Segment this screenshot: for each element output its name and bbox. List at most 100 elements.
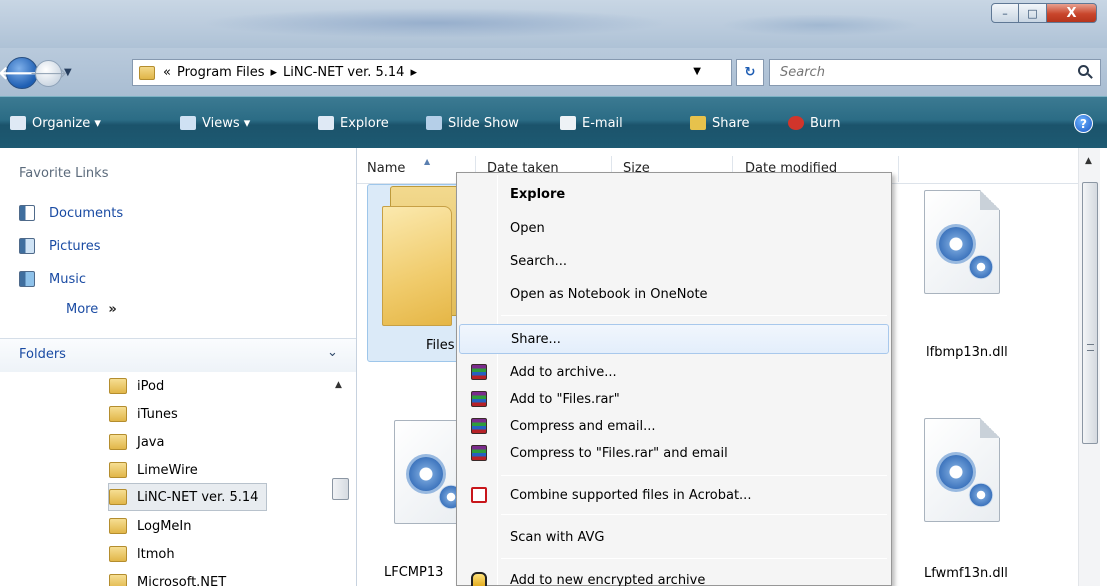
organize-button[interactable]: Organize ▾ xyxy=(10,97,101,149)
dll-file-icon[interactable] xyxy=(924,190,1008,300)
folder-icon xyxy=(109,378,127,394)
menu-item-compress-and-email[interactable]: Compress and email... xyxy=(459,411,889,441)
menu-item-open[interactable]: Open xyxy=(459,213,889,243)
explore-icon xyxy=(318,116,334,130)
email-button[interactable]: E-mail xyxy=(560,97,623,149)
organize-icon xyxy=(10,116,26,130)
breadcrumb-separator[interactable]: ▸ xyxy=(270,65,277,80)
menu-item-label: Search... xyxy=(510,253,568,269)
favorite-link-music[interactable]: Music xyxy=(19,268,86,290)
column-divider[interactable] xyxy=(898,156,899,182)
menu-item-label: Share... xyxy=(511,331,561,347)
dll-file-icon[interactable] xyxy=(924,418,1008,528)
forward-button[interactable]: 🡒 xyxy=(30,60,67,87)
scrollbar-thumb[interactable] xyxy=(1082,182,1098,444)
favorite-link-label: Documents xyxy=(49,205,124,221)
menu-item-add-to-encrypted-archive[interactable]: Add to new encrypted archive xyxy=(459,565,889,586)
recent-pages-dropdown[interactable]: ▼ xyxy=(64,67,72,78)
scroll-up-icon[interactable]: ▲ xyxy=(335,380,342,390)
tree-item-label: LiNC-NET ver. 5.14 xyxy=(137,489,259,505)
tree-item-ipod[interactable]: iPod xyxy=(109,372,172,400)
favorite-link-label: Music xyxy=(49,271,86,287)
menu-item-share[interactable]: Share... xyxy=(459,324,889,354)
folder-icon xyxy=(109,434,127,450)
breadcrumb-item[interactable]: LiNC-NET ver. 5.14 xyxy=(283,65,404,80)
winrar-icon xyxy=(471,391,487,407)
breadcrumb-overflow[interactable]: « xyxy=(163,65,171,80)
column-header-name[interactable]: ▲ Name xyxy=(367,157,430,176)
scrollbar-thumb[interactable] xyxy=(332,478,349,500)
search-icon[interactable] xyxy=(1074,63,1096,83)
sort-ascending-icon: ▲ xyxy=(424,157,431,166)
favorite-link-pictures[interactable]: Pictures xyxy=(19,235,100,257)
burn-button[interactable]: Burn xyxy=(788,97,841,149)
menu-item-scan-with-avg[interactable]: Scan with AVG xyxy=(459,522,889,552)
slideshow-label: Slide Show xyxy=(448,115,519,131)
search-input[interactable] xyxy=(770,65,1074,80)
menu-item-combine-in-acrobat[interactable]: Combine supported files in Acrobat... xyxy=(459,480,889,510)
file-item-label[interactable]: Lfwmf13n.dll xyxy=(924,566,1008,581)
breadcrumb-separator[interactable]: ▸ xyxy=(410,65,417,80)
refresh-button[interactable]: ↻ xyxy=(736,59,764,86)
explore-button[interactable]: Explore xyxy=(318,97,389,149)
scroll-up-icon[interactable]: ▲ xyxy=(1085,156,1092,166)
share-label: Share xyxy=(712,115,750,131)
tree-item-ltmoh[interactable]: ltmoh xyxy=(109,540,183,568)
folder-icon xyxy=(109,406,127,422)
chevron-down-icon[interactable]: ⌄ xyxy=(327,345,338,360)
file-list-scrollbar[interactable]: ▲ xyxy=(1078,148,1100,586)
tree-item-linc-net[interactable]: LiNC-NET ver. 5.14 xyxy=(108,483,268,511)
music-icon xyxy=(19,271,35,287)
menu-item-label: Add to "Files.rar" xyxy=(510,391,620,407)
menu-item-label: Explore xyxy=(510,186,566,202)
folder-icon xyxy=(109,518,127,534)
menu-item-search[interactable]: Search... xyxy=(459,246,889,276)
title-blur xyxy=(720,14,920,36)
organize-label: Organize ▾ xyxy=(32,115,101,131)
acrobat-icon xyxy=(471,487,487,503)
burn-label: Burn xyxy=(810,115,841,131)
explore-label: Explore xyxy=(340,115,389,131)
menu-item-label: Scan with AVG xyxy=(510,529,605,545)
file-item-label[interactable]: Files xyxy=(426,338,455,353)
burn-icon xyxy=(788,116,804,130)
folder-tree-scrollbar[interactable]: ▲ xyxy=(330,374,350,586)
views-button[interactable]: Views ▾ xyxy=(180,97,250,149)
favorite-links-heading: Favorite Links xyxy=(19,166,109,181)
command-toolbar: Organize ▾ Views ▾ Explore Slide Show E-… xyxy=(0,96,1107,148)
file-item-label[interactable]: LFCMP13 xyxy=(384,565,456,580)
breadcrumb-item[interactable]: Program Files xyxy=(177,65,265,80)
menu-item-add-to-files-rar[interactable]: Add to "Files.rar" xyxy=(459,384,889,414)
file-item-label[interactable]: lfbmp13n.dll xyxy=(926,345,1008,360)
menu-item-compress-to-files-rar-email[interactable]: Compress to "Files.rar" and email xyxy=(459,438,889,468)
tree-item-microsoft-net[interactable]: Microsoft.NET xyxy=(109,568,234,586)
tree-item-itunes[interactable]: iTunes xyxy=(109,400,186,428)
views-icon xyxy=(180,116,196,130)
menu-item-label: Combine supported files in Acrobat... xyxy=(510,487,752,503)
views-label: Views ▾ xyxy=(202,115,251,131)
tree-item-java[interactable]: Java xyxy=(109,428,172,456)
help-icon[interactable]: ? xyxy=(1074,114,1093,133)
favorite-link-documents[interactable]: Documents xyxy=(19,202,123,224)
share-button[interactable]: Share xyxy=(690,97,750,149)
maximize-button[interactable]: □ xyxy=(1019,3,1047,23)
menu-separator xyxy=(501,475,887,476)
menu-separator xyxy=(501,558,887,559)
minimize-button[interactable]: – xyxy=(991,3,1019,23)
menu-item-explore[interactable]: Explore xyxy=(459,179,889,209)
address-dropdown-icon[interactable]: ▼ xyxy=(693,66,701,77)
tree-item-logmein[interactable]: LogMeIn xyxy=(109,512,200,540)
menu-item-open-onenote[interactable]: Open as Notebook in OneNote xyxy=(459,279,889,309)
address-box[interactable]: « Program Files ▸ LiNC-NET ver. 5.14 ▸ ▼ xyxy=(132,59,732,86)
close-button[interactable]: X xyxy=(1047,3,1097,23)
tree-item-limewire[interactable]: LimeWire xyxy=(109,456,206,484)
more-favorites-link[interactable]: More » xyxy=(66,302,117,317)
folder-icon xyxy=(109,462,127,478)
folder-icon[interactable] xyxy=(382,186,462,326)
slideshow-button[interactable]: Slide Show xyxy=(426,97,519,149)
more-label: More xyxy=(66,302,99,317)
menu-item-add-to-archive[interactable]: Add to archive... xyxy=(459,357,889,387)
dll-file-icon[interactable] xyxy=(394,420,456,530)
title-bar: – □ X xyxy=(0,0,1107,48)
folders-header[interactable]: Folders ⌄ xyxy=(0,338,356,372)
